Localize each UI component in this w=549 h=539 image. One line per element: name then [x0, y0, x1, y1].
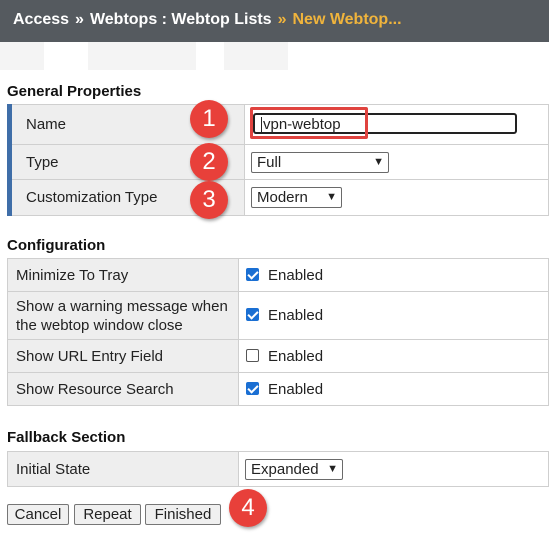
- show-warning-value: Enabled: [268, 307, 324, 324]
- name-highlight-box: [250, 107, 368, 139]
- annotation-badge-2: 2: [190, 143, 228, 181]
- config-label-cell: Show Resource Search: [7, 372, 239, 406]
- annotation-badge-1: 1: [190, 100, 228, 138]
- show-warning-checkbox[interactable]: [246, 308, 259, 321]
- config-value-cell: Enabled: [238, 291, 549, 340]
- minimize-to-tray-label: Minimize To Tray: [16, 266, 129, 284]
- type-value-cell: Full ▼: [244, 144, 549, 180]
- general-properties-title: General Properties: [7, 83, 142, 100]
- type-select[interactable]: Full ▼: [251, 151, 389, 173]
- breadcrumb-separator: »: [277, 11, 287, 28]
- configuration-table: Minimize To Tray Enabled Show a warning …: [7, 258, 549, 406]
- breadcrumb-new-webtop: New Webtop...: [292, 11, 402, 28]
- show-resource-search-checkbox[interactable]: [246, 381, 259, 395]
- subtab[interactable]: [88, 42, 196, 70]
- breadcrumb-separator: »: [75, 11, 84, 28]
- config-label-cell: Show a warning message when the webtop w…: [7, 291, 239, 340]
- subtab-strip: [0, 42, 549, 74]
- show-warning-label: Show a warning message when the webtop w…: [16, 297, 228, 334]
- breadcrumb-access[interactable]: Access: [13, 11, 69, 28]
- finished-button[interactable]: Finished: [145, 504, 221, 525]
- repeat-button[interactable]: Repeat: [74, 504, 141, 525]
- show-url-entry-label: Show URL Entry Field: [16, 347, 163, 365]
- config-label-cell: Minimize To Tray: [7, 258, 239, 292]
- show-resource-search-label: Show Resource Search: [16, 380, 174, 398]
- subtab[interactable]: [224, 42, 288, 70]
- chevron-down-icon: ▼: [326, 191, 337, 203]
- show-resource-search-value: Enabled: [268, 380, 324, 398]
- initial-state-select[interactable]: Expanded ▼: [245, 458, 343, 480]
- customization-type-select[interactable]: Modern ▼: [251, 187, 342, 208]
- fallback-section-title: Fallback Section: [7, 429, 126, 446]
- config-label-cell: Show URL Entry Field: [7, 339, 239, 373]
- type-select-value: Full: [257, 153, 282, 171]
- initial-state-value: Expanded: [251, 460, 319, 478]
- breadcrumb-webtop-lists[interactable]: Webtops : Webtop Lists: [90, 11, 272, 28]
- initial-state-label-cell: Initial State: [7, 451, 239, 487]
- show-url-entry-value: Enabled: [268, 347, 324, 365]
- chevron-down-icon: ▼: [373, 155, 384, 168]
- initial-state-value-cell: Expanded ▼: [238, 451, 549, 487]
- customization-value-cell: Modern ▼: [244, 179, 549, 216]
- fallback-table: Initial State Expanded ▼: [7, 451, 549, 487]
- config-value-cell: Enabled: [238, 339, 549, 373]
- minimize-to-tray-value: Enabled: [268, 266, 324, 284]
- subtab[interactable]: [0, 42, 44, 70]
- minimize-to-tray-checkbox[interactable]: [246, 267, 259, 281]
- breadcrumb: Access » Webtops : Webtop Lists » New Webtop…: [13, 11, 402, 29]
- customization-type-value: Modern: [257, 189, 308, 206]
- chevron-down-icon: ▼: [327, 462, 338, 475]
- show-url-entry-checkbox[interactable]: [246, 348, 259, 362]
- header-bar: Access » Webtops : Webtop Lists » New Webtop…: [0, 0, 549, 42]
- config-value-cell: Enabled: [238, 372, 549, 406]
- annotation-badge-4: 4: [229, 489, 267, 527]
- configuration-title: Configuration: [7, 237, 106, 254]
- initial-state-label: Initial State: [16, 460, 91, 478]
- cancel-button[interactable]: Cancel: [7, 504, 69, 525]
- config-value-cell: Enabled: [238, 258, 549, 292]
- annotation-badge-3: 3: [190, 181, 228, 219]
